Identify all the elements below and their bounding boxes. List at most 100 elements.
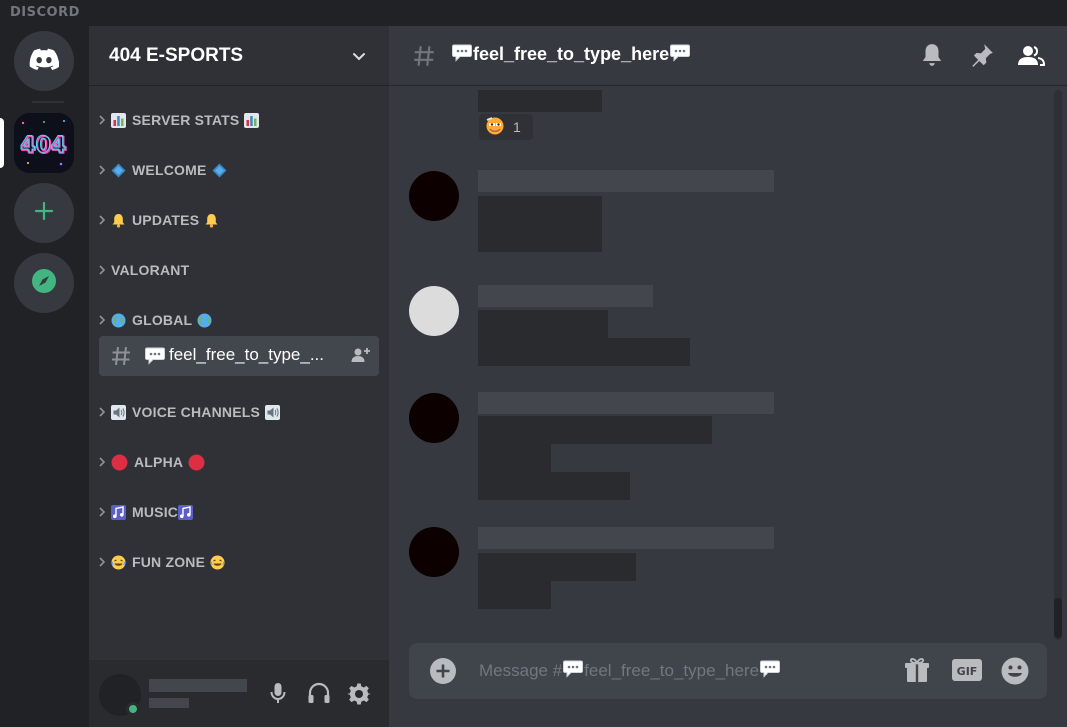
category-alpha[interactable]: ALPHA — [95, 452, 375, 472]
chevron-right-icon — [95, 457, 109, 467]
laughing-emoji-icon — [210, 555, 225, 570]
reaction-emoji-icon — [485, 116, 505, 139]
channel-title-text: feel_free_to_type_here — [473, 44, 670, 64]
category-label: ALPHA — [134, 454, 184, 470]
message-content-redacted — [478, 416, 712, 444]
category-updates[interactable]: UPDATES — [95, 210, 375, 230]
speech-bubble-icon — [452, 44, 472, 67]
avatar[interactable] — [409, 527, 459, 577]
reaction-pill[interactable]: 1 — [479, 114, 533, 140]
gift-icon[interactable] — [903, 656, 931, 689]
bar-chart-icon — [111, 112, 126, 128]
server-rail: 404 404 — [0, 26, 89, 727]
music-note-icon — [178, 504, 194, 520]
guild-name: 404 E-SPORTS — [109, 45, 244, 66]
globe-icon — [111, 313, 126, 328]
message-input[interactable]: Message # feel_free_to_type_here GIF — [409, 643, 1047, 699]
category-label: UPDATES — [132, 212, 200, 228]
explore-servers-button[interactable] — [14, 253, 74, 313]
username-redacted — [149, 679, 247, 692]
chevron-down-icon — [351, 48, 367, 69]
rail-separator — [32, 101, 64, 103]
chevron-right-icon — [95, 507, 109, 517]
red-circle-icon — [188, 454, 205, 471]
speech-bubble-icon — [145, 347, 165, 370]
category-label: MUSIC — [132, 504, 179, 520]
channel-sidebar: 404 E-SPORTS SERVER STATS WELCOME UPDATE… — [89, 26, 389, 727]
message-content-redacted — [478, 444, 551, 472]
notification-bell-icon[interactable] — [919, 42, 945, 73]
message-content-redacted — [478, 90, 602, 112]
svg-text:GIF: GIF — [957, 665, 978, 678]
category-voice-channels[interactable]: VOICE CHANNELS — [95, 402, 375, 422]
message-content-redacted — [478, 472, 630, 500]
category-valorant[interactable]: VALORANT — [95, 260, 375, 280]
avatar[interactable] — [409, 171, 459, 221]
scrollbar-thumb[interactable] — [1054, 598, 1062, 638]
username-redacted[interactable] — [478, 392, 774, 414]
chevron-right-icon — [95, 265, 109, 275]
add-server-button[interactable] — [14, 183, 74, 243]
chat-area: feel_free_to_type_here 1 Message # feel_… — [389, 26, 1067, 727]
gif-icon[interactable]: GIF — [951, 656, 983, 689]
category-label: VALORANT — [111, 262, 190, 278]
title-bar: DISCORD — [0, 0, 1067, 26]
speech-bubble-icon — [563, 660, 584, 683]
guild-404-esports[interactable]: 404 404 — [14, 113, 74, 173]
username-redacted[interactable] — [478, 170, 774, 192]
channel-name: feel_free_to_type_... — [169, 345, 325, 364]
blue-diamond-icon — [111, 163, 126, 178]
selected-server-indicator — [0, 118, 4, 168]
guild-404-logo-icon: 404 404 — [14, 113, 74, 173]
chevron-right-icon — [95, 407, 109, 417]
avatar[interactable] — [409, 286, 459, 336]
home-button[interactable] — [14, 31, 74, 91]
speaker-icon — [265, 404, 281, 420]
message-placeholder: Message # feel_free_to_type_here — [479, 660, 781, 683]
category-fun-zone[interactable]: FUN ZONE — [95, 552, 375, 572]
placeholder-channel: feel_free_to_type_here — [584, 661, 760, 680]
reaction-count: 1 — [513, 119, 521, 135]
chevron-right-icon — [95, 165, 109, 175]
invite-icon[interactable] — [351, 346, 371, 369]
compass-icon — [31, 268, 57, 299]
avatar[interactable] — [409, 393, 459, 443]
message-content-redacted — [478, 581, 551, 609]
online-status-indicator — [126, 702, 140, 716]
member-list-icon[interactable] — [1017, 42, 1046, 73]
user-panel — [89, 660, 389, 727]
category-global[interactable]: GLOBAL — [95, 310, 375, 330]
hashtag-icon — [109, 344, 133, 373]
category-music[interactable]: MUSIC — [95, 502, 375, 522]
channel-feel-free-to-type-here[interactable]: feel_free_to_type_... — [99, 336, 379, 376]
message-content-redacted — [478, 310, 608, 338]
microphone-icon[interactable] — [269, 682, 287, 711]
chevron-right-icon — [95, 315, 109, 325]
message-content-redacted — [478, 338, 690, 366]
globe-icon — [197, 313, 212, 328]
laughing-emoji-icon — [111, 555, 126, 570]
scrollbar-track[interactable] — [1054, 90, 1062, 640]
speech-bubble-icon — [760, 660, 781, 683]
music-note-icon — [111, 504, 126, 520]
speech-bubble-icon — [670, 44, 691, 67]
guild-text-glow: 404 — [20, 133, 66, 158]
username-redacted[interactable] — [478, 527, 774, 549]
headphones-icon[interactable] — [307, 682, 331, 709]
app-title: DISCORD — [10, 5, 80, 20]
emoji-picker-icon[interactable] — [1000, 656, 1030, 691]
bar-chart-icon — [244, 112, 260, 128]
pin-icon[interactable] — [969, 42, 995, 73]
speaker-icon — [111, 404, 126, 420]
discord-logo-icon — [29, 48, 60, 75]
blue-diamond-icon — [212, 163, 227, 178]
guild-header[interactable]: 404 E-SPORTS — [89, 26, 389, 86]
username-redacted[interactable] — [478, 285, 653, 307]
upload-plus-icon[interactable] — [429, 657, 457, 690]
category-welcome[interactable]: WELCOME — [95, 160, 375, 180]
plus-icon — [33, 200, 55, 227]
chevron-right-icon — [95, 115, 109, 125]
category-server-stats[interactable]: SERVER STATS — [95, 110, 375, 130]
settings-gear-icon[interactable] — [347, 682, 371, 711]
category-label: FUN ZONE — [132, 554, 206, 570]
